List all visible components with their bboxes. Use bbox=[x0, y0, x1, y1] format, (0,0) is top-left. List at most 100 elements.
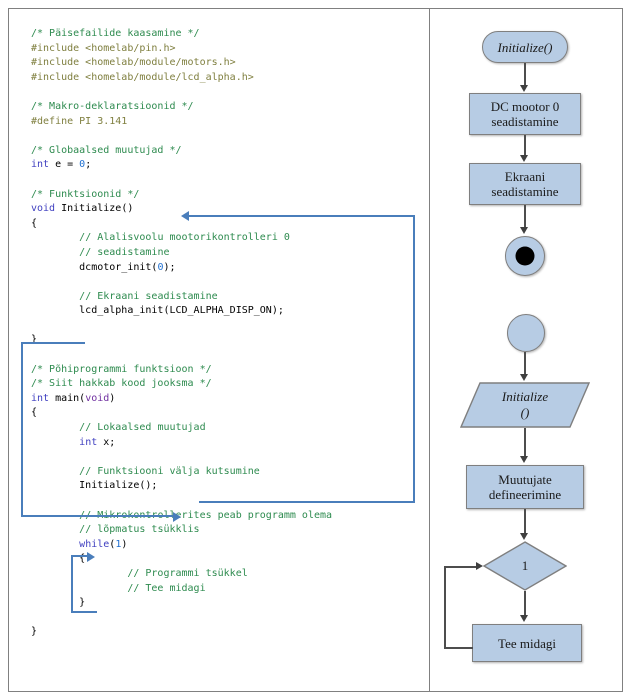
code-line: int e = 0; bbox=[31, 158, 332, 173]
code-token: // seadistamine bbox=[79, 246, 170, 258]
flow-node-init-terminator-label: Initialize() bbox=[497, 39, 553, 55]
code-line: #include <homelab/module/motors.h> bbox=[31, 56, 332, 71]
code-line: // Funktsiooni välja kutsumine bbox=[31, 465, 332, 480]
loop-arrow-head-icon bbox=[87, 552, 95, 562]
flow-node-end-dot-icon bbox=[515, 246, 535, 266]
code-token: /* Põhiprogrammi funktsioon */ bbox=[31, 363, 212, 375]
code-token: dcmotor_init( bbox=[31, 261, 158, 273]
code-token: // lõpmatus tsükklis bbox=[79, 524, 200, 536]
code-line: /* Päisefailide kaasamine */ bbox=[31, 27, 332, 42]
code-token: /* Päisefailide kaasamine */ bbox=[31, 28, 200, 39]
connector-arrowhead-icon bbox=[520, 533, 528, 540]
connector-init-to-dcmotor bbox=[524, 63, 526, 87]
connector-condition-to-do bbox=[524, 591, 526, 617]
code-line: // Alalisvoolu mootorikontrolleri 0 bbox=[31, 231, 332, 246]
code-token: ) bbox=[121, 538, 128, 550]
code-line: Initialize(); bbox=[31, 479, 332, 494]
flow-node-init-terminator: Initialize() bbox=[482, 31, 568, 63]
code-token: } bbox=[31, 626, 38, 638]
code-line: } bbox=[31, 596, 332, 611]
connector-arrowhead-icon bbox=[520, 374, 528, 381]
code-line: int main(void) bbox=[31, 392, 332, 407]
connector-call-to-vars bbox=[524, 428, 526, 458]
code-token: x; bbox=[97, 436, 116, 448]
code-token: lcd_alpha_init(LCD_ALPHA_DISP_ON); bbox=[31, 305, 284, 317]
code-token: #include <homelab/pin.h> bbox=[31, 42, 176, 54]
connector-vars-to-condition bbox=[524, 509, 526, 535]
code-token: #include <homelab/module/motors.h> bbox=[31, 57, 236, 69]
flow-node-condition: 1 bbox=[482, 541, 568, 591]
code-token: int bbox=[31, 392, 50, 404]
code-token: /* Funktsioonid */ bbox=[31, 188, 140, 200]
flow-node-end bbox=[505, 236, 545, 276]
code-line: // Programmi tsükkel bbox=[31, 567, 332, 582]
code-token: void bbox=[85, 392, 110, 404]
screenshot-root: /* Päisefailide kaasamine */ #include <ho… bbox=[0, 0, 631, 700]
flow-node-dc-motor-line2: seadistamine bbox=[491, 114, 559, 129]
code-line: /* Makro-deklaratsioonid */ bbox=[31, 100, 332, 115]
code-line: #include <homelab/pin.h> bbox=[31, 42, 332, 57]
return-arrow-top-horizontal bbox=[21, 342, 85, 344]
code-token: Initialize(); bbox=[31, 480, 158, 492]
loop-connector-arrowhead-icon bbox=[476, 562, 483, 570]
code-token: // Ekraani seadistamine bbox=[79, 290, 218, 302]
code-line: dcmotor_init(0); bbox=[31, 261, 332, 276]
code-token: ) bbox=[109, 392, 116, 404]
return-arrow-head-icon bbox=[173, 512, 181, 522]
loop-arrow-vertical bbox=[71, 555, 73, 613]
flow-node-define-vars-line1: Muutujate bbox=[498, 472, 552, 487]
code-line: while(1) bbox=[31, 538, 332, 553]
code-line: { bbox=[31, 406, 332, 421]
loop-connector-top bbox=[444, 566, 478, 568]
call-arrow-bottom-horizontal bbox=[199, 501, 415, 503]
flow-node-dc-motor-line1: DC mootor 0 bbox=[490, 99, 560, 114]
code-line: #include <homelab/module/lcd_alpha.h> bbox=[31, 71, 332, 86]
call-arrow-top-horizontal bbox=[189, 215, 415, 217]
return-arrow-bottom-horizontal bbox=[21, 515, 175, 517]
code-line: } bbox=[31, 333, 332, 348]
loop-arrow-bottom-horizontal bbox=[71, 611, 97, 613]
flow-node-screen-line2: seadistamine bbox=[491, 184, 559, 199]
flow-node-start bbox=[507, 314, 545, 352]
code-token: e = bbox=[49, 159, 80, 171]
connector-start-to-call bbox=[524, 352, 526, 376]
flow-node-screen: Ekraani seadistamine bbox=[469, 163, 581, 205]
code-token: void bbox=[31, 203, 56, 215]
code-line: /* Põhiprogrammi funktsioon */ bbox=[31, 363, 332, 378]
code-line: // Ekraani seadistamine bbox=[31, 290, 332, 305]
code-token: // Tee midagi bbox=[127, 582, 206, 594]
flow-node-do-something-label: Tee midagi bbox=[498, 635, 556, 651]
flow-node-define-vars: Muutujate defineerimine bbox=[466, 465, 584, 509]
connector-arrowhead-icon bbox=[520, 456, 528, 463]
code-token: // Funktsiooni välja kutsumine bbox=[79, 465, 260, 477]
code-line: /* Globaalsed muutujad */ bbox=[31, 144, 332, 159]
connector-arrowhead-icon bbox=[520, 155, 528, 162]
connector-arrowhead-icon bbox=[520, 85, 528, 92]
code-token: #define PI 3.141 bbox=[31, 115, 128, 127]
code-token: // Programmi tsükkel bbox=[127, 567, 248, 579]
connector-screen-to-end bbox=[524, 205, 526, 229]
code-token: Initialize() bbox=[55, 203, 134, 215]
code-token: int bbox=[31, 159, 50, 171]
code-token: /* Siit hakkab kood jooksma */ bbox=[31, 378, 212, 390]
loop-connector-bottom bbox=[444, 647, 473, 649]
source-code: /* Päisefailide kaasamine */ #include <ho… bbox=[31, 27, 332, 640]
code-line: /* Siit hakkab kood jooksma */ bbox=[31, 377, 332, 392]
code-line: } bbox=[31, 625, 332, 640]
code-token: ; bbox=[85, 159, 92, 171]
connector-dcmotor-to-screen bbox=[524, 135, 526, 157]
diamond-shape-icon bbox=[482, 541, 568, 591]
code-listing-panel: /* Päisefailide kaasamine */ #include <ho… bbox=[9, 9, 429, 691]
connector-arrowhead-icon bbox=[520, 227, 528, 234]
code-token: /* Globaalsed muutujad */ bbox=[31, 144, 182, 156]
